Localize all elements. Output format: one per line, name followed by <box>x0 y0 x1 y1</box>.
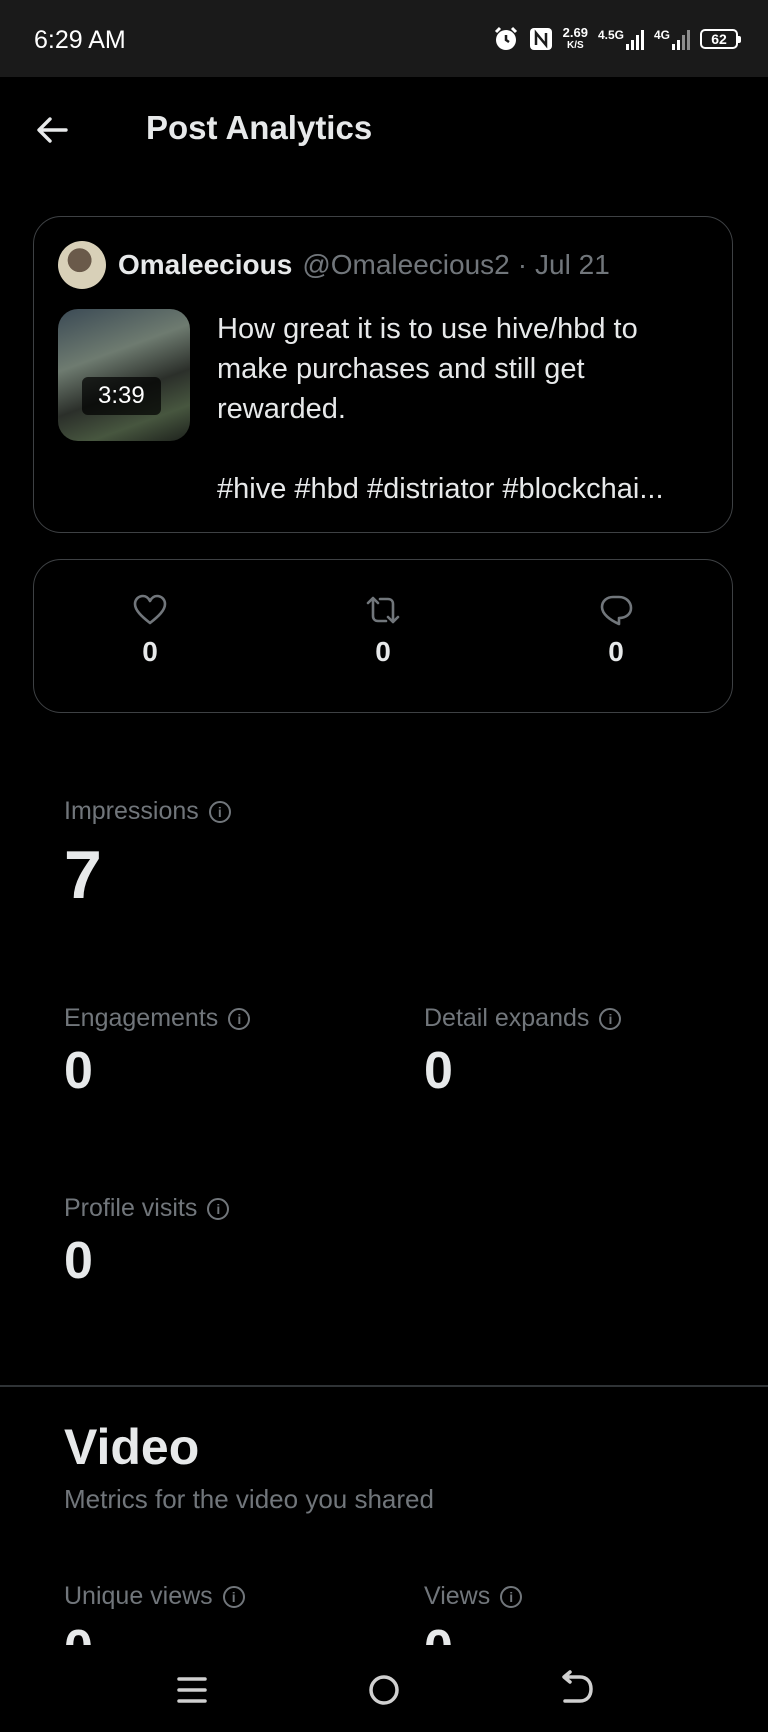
back-icon[interactable] <box>546 1665 606 1715</box>
page-title: Post Analytics <box>146 109 373 146</box>
status-bar: 6:29 AM 2.69 K/S 4.5G 4G 62 <box>0 0 768 77</box>
net-speed: 2.69 K/S <box>562 25 588 51</box>
menu-icon[interactable] <box>162 1665 222 1715</box>
profile-visits-metric: Profile visits i 0 <box>64 1194 230 1291</box>
section-divider <box>0 1385 768 1387</box>
home-circle-icon[interactable] <box>354 1665 414 1715</box>
post-body: How great it is to use hive/hbd to make … <box>217 313 638 425</box>
nfc-icon <box>529 28 552 50</box>
separator: · <box>517 249 528 280</box>
profile-visits-value: 0 <box>64 1232 93 1290</box>
status-icons: 2.69 K/S 4.5G 4G 62 <box>493 22 741 56</box>
likes-stat[interactable]: 0 <box>110 594 190 668</box>
post-hashtags: #hive #hbd #distriator #blockchai... <box>217 473 664 505</box>
likes-count: 0 <box>142 636 158 667</box>
engagements-metric: Engagements i 0 <box>64 1004 251 1101</box>
signal-bars-icon <box>625 28 644 50</box>
app-header: Post Analytics <box>0 77 768 182</box>
engagement-summary-card: 0 0 0 <box>33 559 733 713</box>
detail-expands-label: Detail expands <box>424 1004 590 1032</box>
replies-count: 0 <box>608 636 624 667</box>
detail-expands-metric: Detail expands i 0 <box>424 1004 622 1101</box>
video-section-subtitle: Metrics for the video you shared <box>64 1484 434 1514</box>
system-nav-bar <box>0 1645 768 1732</box>
signal-strength-2: 4G <box>654 28 690 50</box>
author-handle: @Omaleecious2 <box>302 249 510 280</box>
info-icon[interactable]: i <box>208 800 231 823</box>
arrow-left-icon[interactable] <box>34 112 70 148</box>
reposts-stat[interactable]: 0 <box>343 594 423 668</box>
post-text: How great it is to use hive/hbd to make … <box>217 309 712 509</box>
detail-expands-value: 0 <box>424 1042 453 1100</box>
battery-icon: 62 <box>700 29 741 49</box>
engagements-value: 0 <box>64 1042 93 1100</box>
video-duration: 3:39 <box>82 377 161 415</box>
views-label: Views <box>424 1582 491 1610</box>
impressions-metric: Impressions i 7 <box>64 797 231 914</box>
info-icon[interactable]: i <box>222 1585 245 1608</box>
post-author-row: Omaleecious @Omaleecious2 · Jul 21 <box>58 241 610 289</box>
repost-icon <box>366 596 400 624</box>
video-thumbnail[interactable]: 3:39 <box>58 309 190 441</box>
reply-icon <box>600 595 633 626</box>
signal-strength-1: 4.5G <box>598 28 644 50</box>
alarm-icon <box>494 26 517 50</box>
info-icon[interactable]: i <box>599 1007 622 1030</box>
info-icon[interactable]: i <box>228 1007 251 1030</box>
status-time: 6:29 AM <box>34 26 126 54</box>
unique-views-label: Unique views <box>64 1582 213 1610</box>
video-section-title: Video <box>64 1419 200 1475</box>
info-icon[interactable]: i <box>500 1585 523 1608</box>
heart-icon <box>133 594 167 625</box>
engagements-label: Engagements <box>64 1004 219 1032</box>
impressions-value: 7 <box>64 837 102 913</box>
post-date: Jul 21 <box>535 249 610 280</box>
info-icon[interactable]: i <box>207 1197 230 1220</box>
author-name: Omaleecious <box>118 249 293 280</box>
profile-visits-label: Profile visits <box>64 1194 198 1222</box>
avatar[interactable] <box>58 241 106 289</box>
impressions-label: Impressions <box>64 797 199 825</box>
post-preview-card[interactable]: Omaleecious @Omaleecious2 · Jul 21 3:39 … <box>33 216 733 533</box>
reposts-count: 0 <box>375 636 391 667</box>
signal-bars-icon <box>672 28 690 50</box>
replies-stat[interactable]: 0 <box>576 594 656 668</box>
